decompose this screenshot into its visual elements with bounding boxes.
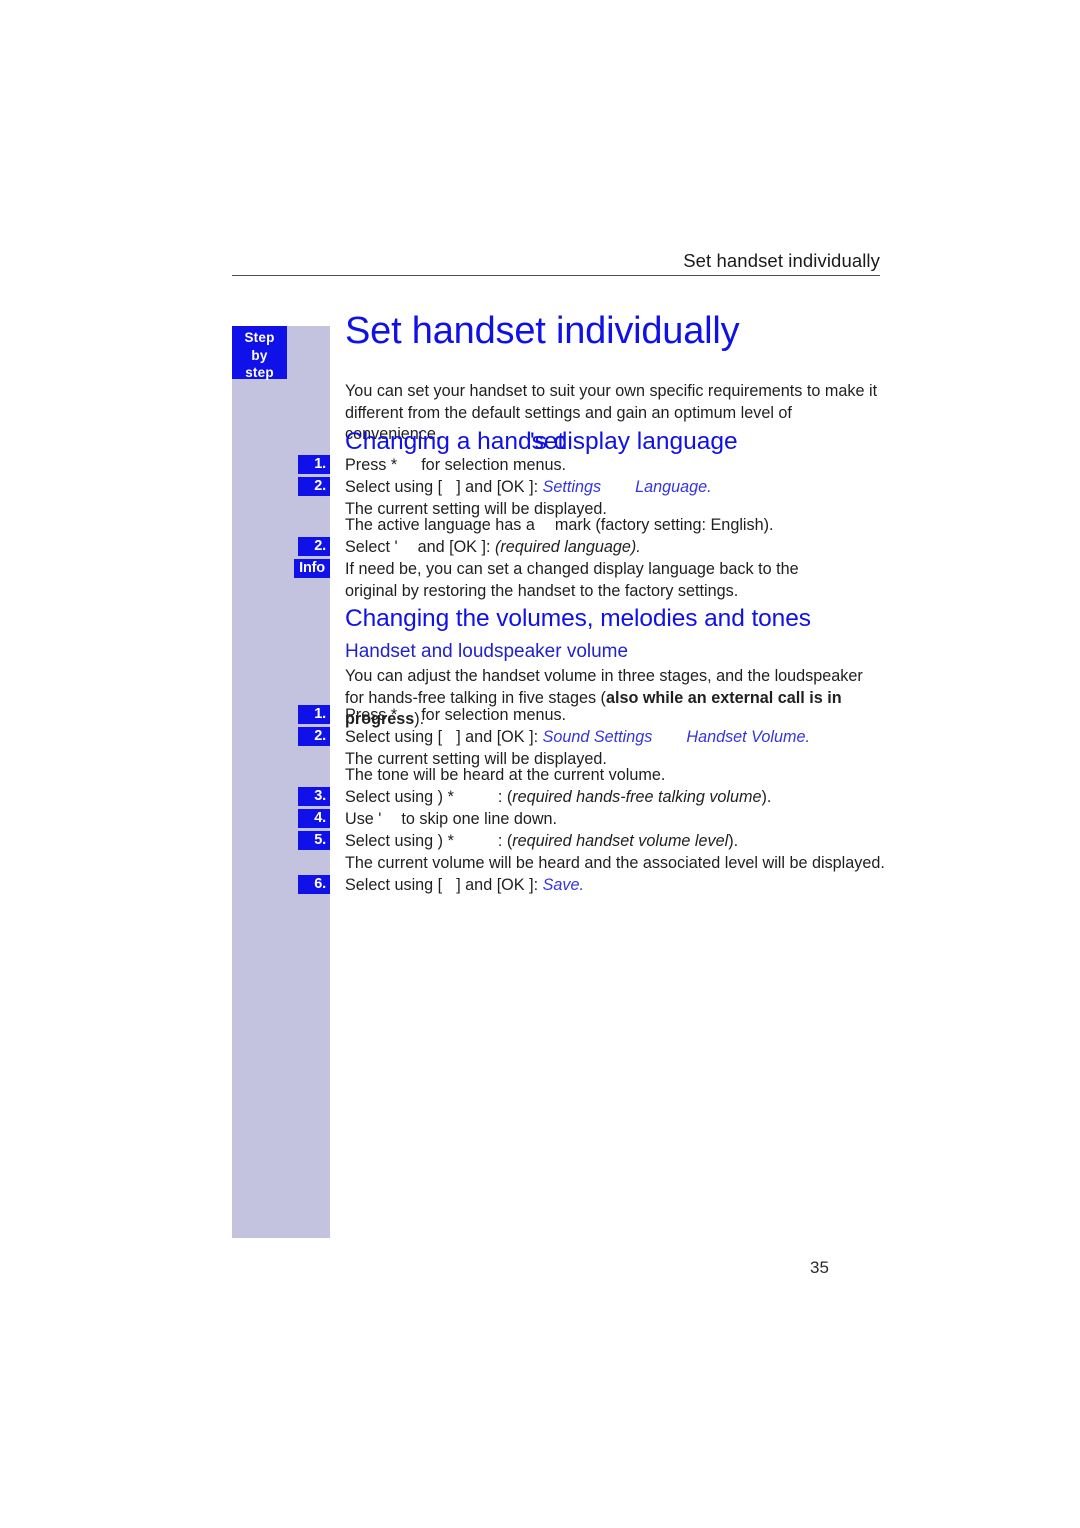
section-heading-volumes: Changing the volumes, melodies and tones: [345, 605, 811, 632]
step-badge: 1.: [298, 705, 330, 724]
step-badge: 5.: [298, 831, 330, 850]
step-text-after: for selection menus.: [421, 456, 567, 474]
step-text: Select using [ ] and [OK ]: Settings Langu…: [345, 477, 885, 520]
document-page: Set handset individually Step by step Se…: [0, 0, 1080, 1528]
menu-path-end: .: [805, 728, 810, 746]
step-text-end: ).: [728, 832, 739, 850]
step-text-mid: ] and [OK ]:: [456, 876, 539, 894]
step-tab-line-1: Step: [244, 330, 275, 345]
step-text-before: Press *: [345, 706, 398, 724]
menu-path-item: Language: [635, 478, 708, 496]
step-tab-line-3: step: [245, 365, 274, 381]
step-text-before: Press *: [345, 456, 398, 474]
step-text-end: .: [636, 538, 641, 556]
active-language-note: The active language has a mark (factory s…: [345, 515, 885, 537]
page-title: Set handset individually: [345, 310, 740, 352]
step-text-before: Select ': [345, 538, 398, 556]
menu-path-item: Handset Volume: [686, 728, 806, 746]
subsection-heading-handset-volume: Handset and loudspeaker volume: [345, 641, 629, 662]
step-text-end: ).: [761, 788, 772, 806]
step-text-after: to skip one line down.: [401, 810, 558, 828]
step-text-after: for selection menus.: [421, 706, 567, 724]
page-number: 35: [810, 1258, 829, 1277]
step-text-mid: : (: [497, 788, 513, 806]
info-text: If need be, you can set a changed displa…: [345, 560, 799, 600]
step-text-mid: ] and [OK ]:: [456, 478, 539, 496]
menu-path-item: Settings: [542, 478, 602, 496]
step-badge: 1.: [298, 455, 330, 474]
step-badge: 6.: [298, 875, 330, 894]
step-text-mid: ] and [OK ]:: [456, 728, 539, 746]
step-badge: 2.: [298, 537, 330, 556]
step-badge: 2.: [298, 727, 330, 746]
step-text-before: Select using [: [345, 728, 443, 746]
step-text-before: Use ': [345, 810, 382, 828]
step-text-mid: and [OK ]:: [417, 538, 491, 556]
active-language-note-a: The active language has a: [345, 516, 535, 534]
step-text: Select ' and [OK ]: (required language).: [345, 537, 885, 559]
step-text-italic: required hands-free talking volume: [512, 788, 762, 806]
step-text: Press * for selection menus.: [345, 705, 885, 727]
step-text: Select using ) * : (required handset volu…: [345, 831, 885, 853]
step-text-before: Select using [: [345, 876, 443, 894]
menu-path-item: Save: [542, 876, 580, 894]
step-text: Press * for selection menus.: [345, 455, 885, 477]
step-text-italic: (required language): [494, 538, 637, 556]
menu-path-end: .: [579, 876, 584, 894]
step-text-before: Select using ) *: [345, 832, 454, 850]
step-text-before: Select using ) *: [345, 788, 454, 806]
step-text: Select using [ ] and [OK ]: Sound Setting…: [345, 727, 885, 770]
step-text: Use ' to skip one line down.: [345, 809, 885, 831]
tone-note: The tone will be heard at the current vo…: [345, 766, 666, 784]
volume-note: The current volume will be heard and the…: [345, 854, 885, 872]
step-badge: 2.: [298, 477, 330, 496]
header-rule: [232, 275, 880, 276]
active-language-note-b: mark (factory setting: English).: [554, 516, 774, 534]
info-badge: Info: [294, 559, 330, 578]
step-text-italic: required handset volume level: [512, 832, 729, 850]
step-tab-line-2: by: [251, 347, 268, 363]
step-text-before: Select using [: [345, 478, 443, 496]
step-text-mid: : (: [497, 832, 513, 850]
step-text: Select using ) * : (required hands-free t…: [345, 787, 885, 809]
menu-path-end: .: [707, 478, 712, 496]
step-badge: 4.: [298, 809, 330, 828]
section-heading-part-b: 's display language: [530, 428, 738, 455]
step-text: Select using [ ] and [OK ]: Save.: [345, 875, 885, 897]
running-header: Set handset individually: [683, 250, 880, 271]
menu-path-item: Sound Settings: [542, 728, 653, 746]
step-badge: 3.: [298, 787, 330, 806]
step-by-step-tab: Step by step: [232, 326, 287, 381]
